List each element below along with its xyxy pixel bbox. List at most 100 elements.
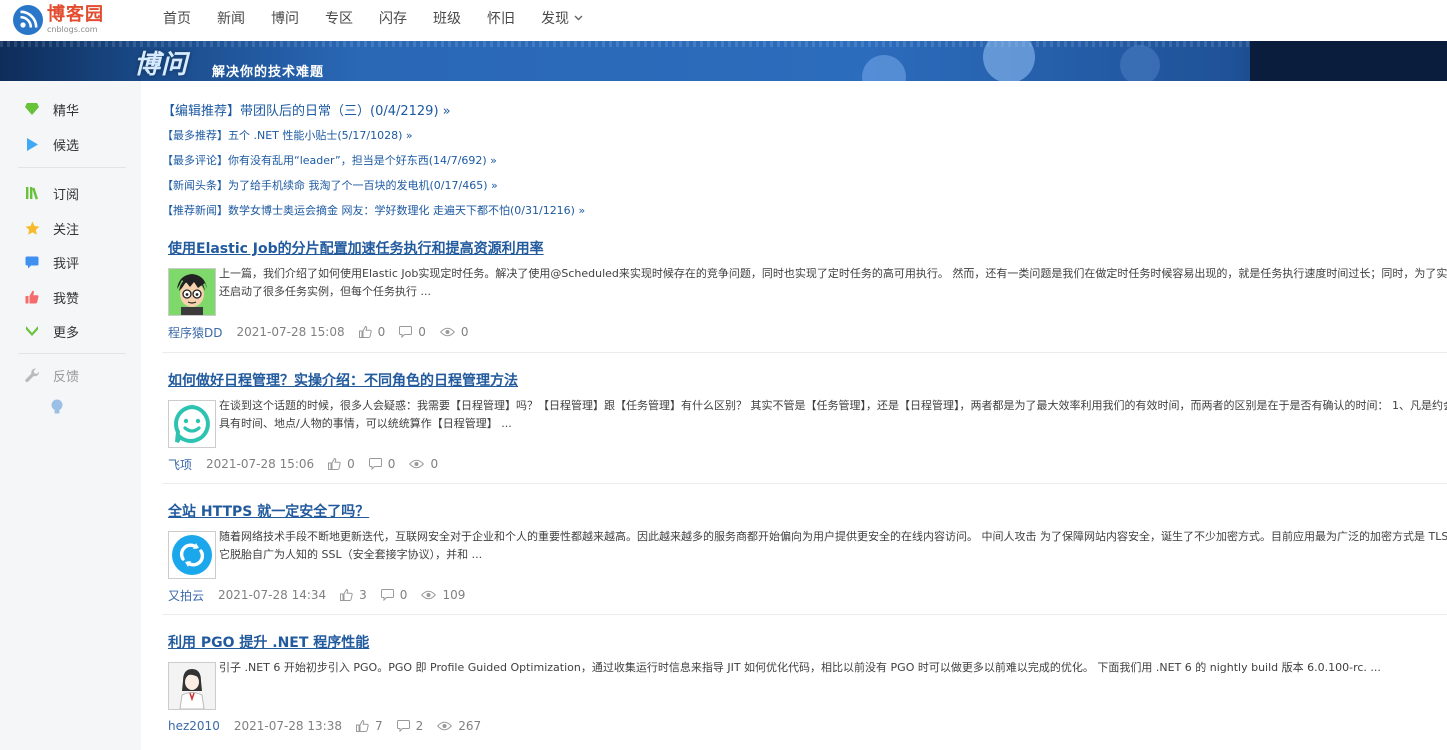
eye-icon	[439, 327, 455, 337]
headline-editor-pick[interactable]: 【编辑推荐】带团队后的日常（三）(0/4/2129) »	[162, 100, 451, 119]
post-views-count: 267	[458, 719, 482, 733]
sidebar-item-label: 我赞	[53, 291, 80, 307]
headline-most-recommended[interactable]: 【最多推荐】五个 .NET 性能小贴士(5/17/1028) »	[162, 127, 413, 143]
post-author[interactable]: 飞项	[168, 456, 192, 473]
post-likes-count: 0	[377, 325, 386, 339]
thumbs-up-icon	[340, 589, 353, 601]
nav-zone[interactable]: 专区	[312, 8, 366, 28]
nav-news[interactable]: 新闻	[204, 8, 258, 28]
post-likes[interactable]: 3	[340, 588, 367, 602]
main-content: 【编辑推荐】带团队后的日常（三）(0/4/2129) » 【最多推荐】五个 .N…	[141, 81, 1447, 750]
post-summary-line: 引子 .NET 6 开始初步引入 PGO。PGO 即 Profile Guide…	[219, 661, 1381, 674]
post-summary: 随着网络技术手段不断地更新迭代，互联网安全对于企业和个人的重要性都越来越高。因此…	[219, 528, 1447, 564]
logo-title: 博客园	[47, 4, 104, 25]
post-meta: 飞项 2021-07-28 15:06 0 0 0	[168, 456, 438, 472]
sidebar-item-my-likes[interactable]: 我赞	[24, 287, 79, 307]
nav-nostalgia[interactable]: 怀旧	[474, 8, 528, 28]
sidebar-item-subscribe[interactable]: 订阅	[24, 183, 79, 203]
anime-avatar-icon	[169, 663, 215, 709]
post-likes[interactable]: 7	[355, 719, 383, 733]
banner-stripe	[0, 41, 1447, 47]
post-divider	[162, 614, 1447, 615]
wrench-icon	[24, 367, 39, 382]
post-views-count: 0	[430, 457, 439, 471]
thumbs-up-icon	[358, 326, 372, 338]
post-title[interactable]: 如何做好日程管理？实操介绍：不同角色的日程管理方法	[168, 370, 518, 390]
post-comments[interactable]: 0	[380, 588, 408, 602]
sidebar-item-label: 订阅	[53, 187, 80, 203]
avatar[interactable]	[168, 268, 216, 316]
post-views: 267	[437, 719, 481, 733]
post-meta: hez2010 2021-07-28 13:38 7 2 267	[168, 718, 481, 734]
avatar[interactable]	[168, 662, 216, 710]
books-icon	[26, 187, 39, 200]
eye-icon	[421, 590, 437, 600]
post-views-count: 109	[442, 588, 466, 602]
post-title[interactable]: 使用Elastic Job的分片配置加速任务执行和提高资源利用率	[168, 238, 544, 258]
post-summary-line: 随着网络技术手段不断地更新迭代，互联网安全对于企业和个人的重要性都越来越高。因此…	[219, 530, 1447, 543]
post-likes[interactable]: 0	[328, 457, 355, 471]
post-likes-count: 3	[359, 588, 367, 602]
post-author[interactable]: hez2010	[168, 719, 220, 733]
banner-title: 博问	[134, 50, 189, 80]
post-divider	[162, 352, 1447, 353]
play-icon	[27, 137, 38, 151]
nav-questions[interactable]: 博问	[258, 8, 312, 28]
cnblogs-logo-icon	[13, 5, 43, 35]
lightbulb-icon	[51, 399, 63, 414]
sidebar-item-label: 我评	[53, 256, 80, 272]
sidebar-item-label: 关注	[53, 222, 80, 238]
tips-lightbulb[interactable]	[51, 399, 63, 419]
star-icon	[25, 221, 39, 235]
headline-recommended-news[interactable]: 【推荐新闻】数学女博士奥运会摘金 网友：学好数理化 走遍天下都不怕(0/31/1…	[162, 202, 585, 218]
sidebar-item-label: 更多	[53, 325, 80, 341]
sidebar-item-feedback[interactable]: 反馈	[24, 365, 79, 385]
post-author[interactable]: 程序猿DD	[168, 324, 222, 341]
post-title[interactable]: 全站 HTTPS 就一定安全了吗？	[168, 501, 369, 521]
post-date: 2021-07-28 15:08	[236, 325, 345, 339]
thumbs-up-icon	[328, 458, 341, 470]
post-date: 2021-07-28 14:34	[218, 588, 327, 602]
comment-icon	[399, 326, 413, 338]
site-logo[interactable]: 博客园 cnblogs.com	[12, 1, 104, 39]
comment-icon	[368, 458, 382, 470]
sidebar-item-featured[interactable]: 精华	[24, 99, 79, 119]
nav-flash[interactable]: 闪存	[366, 8, 420, 28]
post-meta: 程序猿DD 2021-07-28 15:08 0 0 0	[168, 324, 469, 340]
post-summary-line: 上一篇，我们介绍了如何使用Elastic Job实现定时任务。解决了使用@Sch…	[219, 267, 1447, 280]
post-comments[interactable]: 2	[396, 719, 423, 733]
post-summary-line: 它脱胎自广为人知的 SSL（安全套接字协议），并和 ...	[219, 548, 483, 561]
sidebar-item-candidates[interactable]: 候选	[24, 134, 79, 154]
upyun-logo-icon	[169, 532, 215, 578]
comment-icon	[380, 589, 394, 601]
nav-class[interactable]: 班级	[420, 8, 474, 28]
cartoon-avatar-icon	[169, 269, 215, 315]
nav-home[interactable]: 首页	[150, 8, 204, 28]
nav-discover[interactable]: 发现	[528, 8, 596, 28]
post-title[interactable]: 利用 PGO 提升 .NET 程序性能	[168, 632, 369, 652]
sidebar-item-follow[interactable]: 关注	[24, 218, 79, 238]
post-comments[interactable]: 0	[368, 457, 395, 471]
avatar[interactable]	[168, 400, 216, 448]
post-comments-count: 0	[399, 588, 408, 602]
post-summary: 引子 .NET 6 开始初步引入 PGO。PGO 即 Profile Guide…	[219, 659, 1447, 677]
post-comments[interactable]: 0	[399, 325, 426, 339]
headline-most-comments[interactable]: 【最多评论】你有没有乱用“leader”，担当是个好东西(14/7/692) »	[162, 152, 497, 168]
banner-bubble-decoration	[983, 41, 1035, 81]
post-summary-line: 在谈到这个话题的时候，很多人会疑惑：我需要【日程管理】吗？【日程管理】跟【任务管…	[219, 399, 1447, 412]
post-likes-count: 0	[347, 457, 355, 471]
post-summary-line: 还启动了很多任务实例，但每个任务执行 ...	[219, 285, 431, 298]
post-comments-count: 0	[418, 325, 426, 339]
post-views-count: 0	[460, 325, 469, 339]
post-views: 0	[439, 325, 469, 339]
sidebar-item-more[interactable]: 更多	[24, 321, 79, 341]
post-likes[interactable]: 0	[358, 325, 386, 339]
post-meta: 又拍云 2021-07-28 14:34 3 0 109	[168, 587, 465, 603]
post-author[interactable]: 又拍云	[168, 587, 204, 604]
avatar[interactable]	[168, 531, 216, 579]
sidebar-divider	[18, 167, 126, 168]
headline-top-news[interactable]: 【新闻头条】为了给手机续命 我淘了个一百块的发电机(0/17/465) »	[162, 177, 498, 193]
banner-dark-end	[1250, 41, 1447, 81]
chevron-down-icon	[574, 15, 583, 21]
sidebar-item-my-comments[interactable]: 我评	[24, 252, 79, 272]
